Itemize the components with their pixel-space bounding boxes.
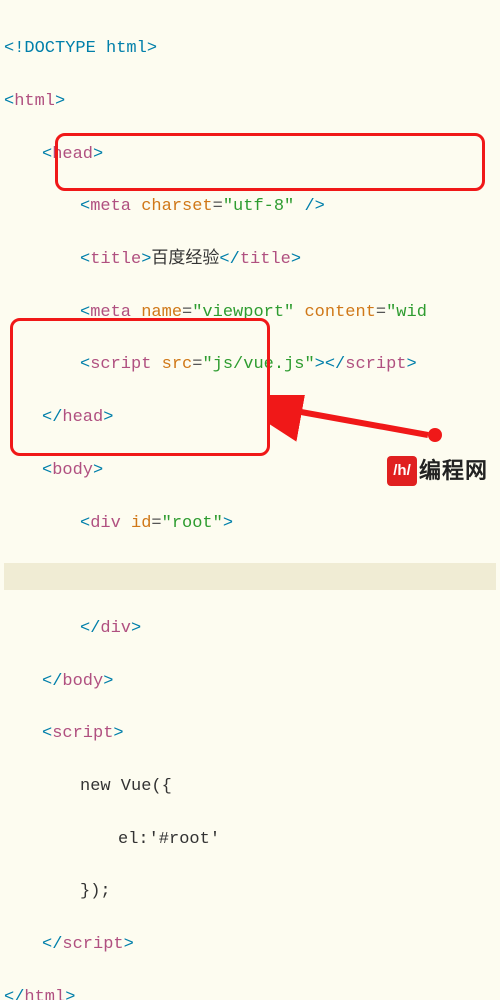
code-line: </div> (4, 616, 496, 642)
code-line: </body> (4, 669, 496, 695)
code-line: <head> (4, 142, 496, 168)
code-line: </script> (4, 932, 496, 958)
code-line: <script src="js/vue.js"></script> (4, 352, 496, 378)
code-line: <title>百度经验</title> (4, 247, 496, 273)
logo-icon-text: /h/ (393, 459, 411, 482)
logo-text: 编程网 (419, 454, 488, 488)
code-line: new Vue({ (4, 774, 496, 800)
code-line: </html> (4, 985, 496, 1000)
code-line: </head> (4, 405, 496, 431)
code-line: }); (4, 879, 496, 905)
code-line: el:'#root' (4, 827, 496, 853)
code-line: <div id="root"> (4, 511, 496, 537)
code-line: <script> (4, 721, 496, 747)
doctype: <!DOCTYPE html> (4, 39, 157, 58)
code-line: <meta charset="utf-8" /> (4, 194, 496, 220)
watermark-logo: /h/ 编程网 (387, 454, 488, 488)
code-line: <html> (4, 89, 496, 115)
code-editor-content: <!DOCTYPE html> <html> <head> <meta char… (0, 0, 500, 1000)
code-line-highlighted (4, 563, 496, 589)
logo-icon: /h/ (387, 456, 417, 486)
code-line: <!DOCTYPE html> (4, 36, 496, 62)
code-line: <meta name="viewport" content="wid (4, 300, 496, 326)
